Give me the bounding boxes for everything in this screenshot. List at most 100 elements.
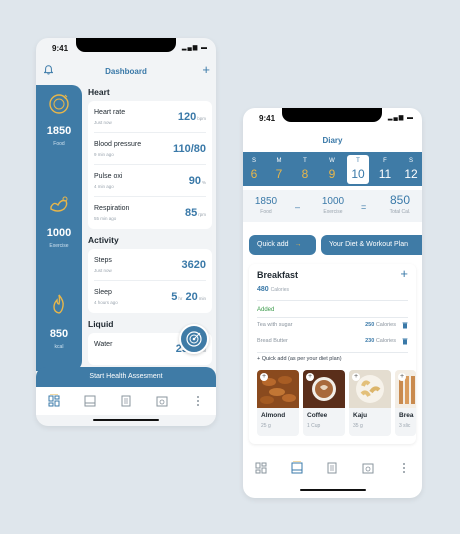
total-calories: 850 Total Cal.: [389, 193, 411, 215]
status-icons: ▂▄▆ ▬: [388, 114, 414, 121]
day-cell[interactable]: M7: [268, 152, 290, 186]
add-food-button[interactable]: +: [306, 373, 314, 381]
target-icon: [186, 331, 202, 347]
list-item[interactable]: Bread Butter 230 Calories: [257, 338, 408, 348]
battery-icon: ▬: [407, 115, 414, 121]
day-cell[interactable]: S 12: [400, 152, 422, 186]
metric-name: Respiration: [94, 205, 130, 212]
tab-more[interactable]: [191, 394, 205, 408]
more-vertical-icon: [197, 396, 199, 406]
exercise-calories: 1000 Exercise: [321, 196, 345, 215]
trash-icon[interactable]: [402, 322, 408, 329]
list-item[interactable]: Tea with sugar 250 Calories: [257, 322, 408, 332]
metric-row[interactable]: Blood pressure 9 min ago 110/80: [94, 133, 206, 165]
metric-value: 120bpm: [177, 111, 206, 123]
tab-plan[interactable]: [361, 461, 375, 475]
home-indicator: [300, 489, 366, 491]
quick-add-label: + Quick add (as per your diet plan): [257, 356, 342, 362]
book-icon: [291, 460, 303, 474]
diet-plan-button[interactable]: Your Diet & Workout Plan: [321, 235, 422, 255]
bottom-tab-bar: [36, 387, 216, 415]
page-title: Dashboard: [105, 67, 147, 76]
tab-dashboard[interactable]: [47, 393, 61, 408]
tab-dashboard[interactable]: [254, 461, 268, 475]
day-cell-selected[interactable]: T 10: [347, 155, 369, 184]
activity-card: Steps Just now 3620 Sleep 4 hours ago 5h…: [88, 249, 212, 313]
exercise-arm-icon: [48, 193, 70, 215]
metric-value: 3620: [181, 259, 206, 271]
start-assessment-button[interactable]: Start Health Assesment: [36, 367, 216, 387]
metric-row[interactable]: Heart rate Just now 120bpm: [94, 101, 206, 133]
diary-phone: 9:41 ▂▄▆ ▬ Diary S6 M7 T8 W9 T 10 F 11 S 12…: [243, 108, 422, 498]
metric-name: Heart rate: [94, 109, 126, 116]
battery-icon: ▬: [201, 45, 208, 51]
tab-more[interactable]: [397, 461, 411, 475]
box-icon: [156, 396, 168, 407]
box-icon: [362, 463, 374, 474]
metric-name: Steps: [94, 257, 112, 264]
metric-name: Sleep: [94, 289, 112, 296]
quick-add-button[interactable]: Quick add →: [249, 235, 316, 255]
add-food-button[interactable]: +: [398, 373, 406, 381]
bottom-tab-bar: [243, 455, 422, 481]
tab-reports[interactable]: [325, 461, 339, 475]
food-card-coffee[interactable]: + Coffee 1 Cup: [303, 370, 345, 436]
metric-value: 5hr 20min: [171, 291, 206, 303]
assessment-fab-button[interactable]: [179, 324, 209, 354]
activity-section-title: Activity: [88, 235, 119, 245]
tab-diary[interactable]: [83, 394, 97, 408]
more-vertical-icon: [403, 463, 406, 473]
food-plate-icon: [48, 93, 70, 115]
add-meal-button[interactable]: +: [400, 266, 408, 281]
metric-row[interactable]: Pulse oxi 4 min ago 90%: [94, 165, 206, 197]
metric-row[interactable]: Respiration 55 min ago 85rpm: [94, 197, 206, 229]
divider: [257, 300, 408, 301]
breakfast-card: Breakfast + 480 Calories Added Tea with …: [249, 264, 416, 444]
metric-time: 4 hours ago: [94, 300, 118, 305]
add-food-button[interactable]: +: [352, 373, 360, 381]
metric-name: Water: [94, 341, 113, 348]
day-cell[interactable]: W9: [321, 152, 343, 186]
tab-diary[interactable]: [290, 460, 304, 475]
dashboard-icon: [48, 393, 60, 407]
dashboard-icon: [255, 462, 267, 474]
food-card-bread[interactable]: + Brea 3 slic: [395, 370, 416, 436]
exercise-value: 1000: [46, 227, 72, 239]
metric-time: Just now: [94, 120, 112, 125]
tab-reports[interactable]: [119, 394, 133, 408]
metric-row[interactable]: Steps Just now 3620: [94, 249, 206, 281]
metric-row[interactable]: Sleep 4 hours ago 5hr 20min: [94, 281, 206, 313]
kcal-value: 850: [49, 328, 69, 340]
signal-icon: ▂▄▆: [387, 115, 405, 121]
clipboard-icon: [327, 462, 337, 474]
status-time: 9:41: [259, 114, 276, 123]
dashboard-phone: 9:41 ▂▄▆ ▬ Dashboard + 1850 Food 1000 Ex…: [36, 38, 216, 426]
flame-icon: [48, 293, 70, 315]
heart-card: Heart rate Just now 120bpm Blood pressur…: [88, 101, 212, 229]
day-cell[interactable]: T8: [294, 152, 316, 186]
tab-plan[interactable]: [155, 394, 169, 408]
add-food-button[interactable]: +: [260, 373, 268, 381]
divider: [257, 352, 408, 353]
metric-value: 85rpm: [185, 207, 206, 219]
phone-notch: [282, 108, 382, 122]
food-card-kaju[interactable]: + Kaju 35 g: [349, 370, 391, 436]
day-cell[interactable]: F 11: [374, 152, 396, 186]
metric-time: Just now: [94, 268, 112, 273]
page-title: Diary: [322, 136, 343, 145]
metric-name: Pulse oxi: [94, 173, 123, 180]
clipboard-icon: [121, 395, 131, 407]
food-label: Food: [53, 141, 65, 147]
metric-time: 55 min ago: [94, 216, 117, 221]
metric-value: 90%: [188, 175, 206, 187]
trash-icon[interactable]: [402, 338, 408, 345]
calorie-sidebar: 1850 Food 1000 Exercise 850 kcal: [36, 85, 82, 371]
added-label: Added: [257, 307, 275, 313]
status-icons: ▂▄▆ ▬: [182, 44, 208, 51]
add-button[interactable]: +: [202, 62, 210, 77]
metric-time: 4 min ago: [94, 184, 114, 189]
dashboard-header: Dashboard +: [36, 60, 216, 84]
home-indicator: [93, 419, 159, 421]
day-cell[interactable]: S6: [243, 152, 265, 186]
food-card-almond[interactable]: + Almond 25 g: [257, 370, 299, 436]
